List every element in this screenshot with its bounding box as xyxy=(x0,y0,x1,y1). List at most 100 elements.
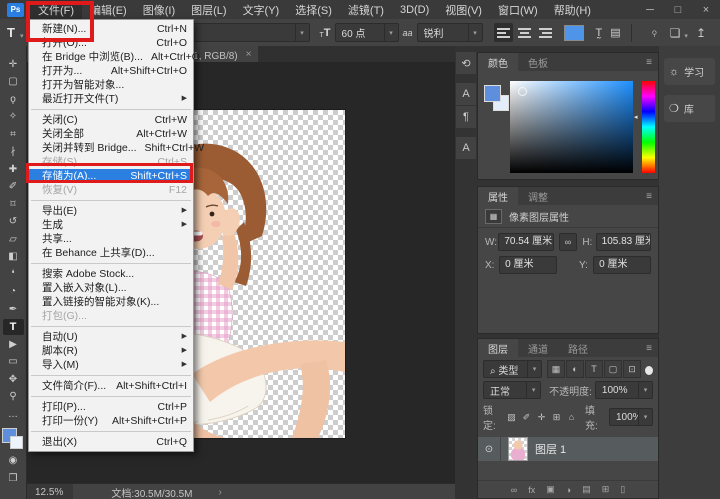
file-menu-item[interactable]: 共享... xyxy=(29,232,193,246)
menubar-item-9[interactable]: 视图(V) xyxy=(437,0,490,19)
gradient-tool[interactable]: ◧ xyxy=(3,249,24,265)
lock-image-icon[interactable]: ✐ xyxy=(520,412,533,423)
history-panel-icon[interactable]: ⟲ xyxy=(456,52,476,74)
menubar-item-3[interactable]: 图像(I) xyxy=(135,0,183,19)
file-menu-item[interactable]: 文件简介(F)...Alt+Shift+Ctrl+I xyxy=(29,379,193,393)
file-menu-item[interactable]: 打包(G)... xyxy=(29,309,193,323)
text-color-swatch[interactable] xyxy=(564,25,584,41)
x-field[interactable]: 0 厘米 xyxy=(499,256,557,274)
blend-mode-select[interactable]: 正常 ▾ xyxy=(483,381,541,399)
menubar-item-5[interactable]: 文字(Y) xyxy=(235,0,288,19)
lasso-tool[interactable]: ϙ xyxy=(3,91,24,107)
minimize-button[interactable]: ─ xyxy=(636,0,664,19)
menubar-item-4[interactable]: 图层(L) xyxy=(183,0,234,19)
file-menu-item[interactable]: 置入嵌入对象(L)... xyxy=(29,281,193,295)
glyphs-panel-icon[interactable]: A xyxy=(456,137,476,159)
background-color-swatch[interactable] xyxy=(10,436,23,449)
paragraph-panel-icon[interactable]: ¶ xyxy=(456,106,476,128)
lock-transparency-icon[interactable]: ▨ xyxy=(505,412,518,423)
height-field[interactable]: 105.83 厘米 xyxy=(596,233,651,251)
align-right-button[interactable] xyxy=(536,23,555,42)
adjustment-layer-icon[interactable]: ◑ xyxy=(566,485,571,495)
color-picker-circle[interactable] xyxy=(518,87,527,96)
crop-tool[interactable]: ⌗ xyxy=(3,126,24,142)
clone-stamp-tool[interactable]: ⌑ xyxy=(3,196,24,212)
file-menu-item[interactable]: 关闭并转到 Bridge...Shift+Ctrl+W xyxy=(29,141,193,155)
panel-menu-icon[interactable]: ≡ xyxy=(646,57,652,68)
workspace-switcher-icon[interactable]: ❏ xyxy=(670,26,681,40)
link-dimensions-icon[interactable]: ∞ xyxy=(559,233,578,251)
character-panel-icon[interactable]: A xyxy=(456,83,476,105)
add-mask-icon[interactable]: ▣ xyxy=(546,484,555,495)
file-menu-item[interactable]: 在 Bridge 中浏览(B)...Alt+Ctrl+O xyxy=(29,50,193,64)
tab-color-1[interactable]: 颜色 xyxy=(478,53,518,71)
file-menu-item[interactable]: 搜索 Adobe Stock... xyxy=(29,267,193,281)
color-field[interactable] xyxy=(510,81,633,173)
screen-mode-button[interactable]: ❐ xyxy=(3,470,24,486)
rectangle-tool[interactable]: ▭ xyxy=(3,354,24,370)
menubar-item-7[interactable]: 滤镜(T) xyxy=(340,0,392,19)
blur-tool[interactable]: ❛ xyxy=(3,266,24,282)
file-menu-item[interactable]: 关闭(C)Ctrl+W xyxy=(29,113,193,127)
font-family-select[interactable]: ▾ xyxy=(192,23,310,42)
zoom-tool[interactable]: ⚲ xyxy=(3,389,24,405)
chevron-down-icon[interactable]: ▾ xyxy=(684,32,688,40)
menubar-item-8[interactable]: 3D(D) xyxy=(392,0,437,19)
file-menu-item[interactable]: 置入链接的智能对象(K)... xyxy=(29,295,193,309)
eraser-tool[interactable]: ▱ xyxy=(3,231,24,247)
zoom-level-field[interactable]: 12.5% xyxy=(27,484,73,499)
share-icon[interactable]: ↥ xyxy=(696,26,706,40)
tab-properties-1[interactable]: 属性 xyxy=(478,187,518,205)
font-size-select[interactable]: 60 点▾ xyxy=(335,23,399,42)
file-menu-item[interactable]: 脚本(R)▶ xyxy=(29,344,193,358)
filter-type-layers-icon[interactable]: T xyxy=(585,360,603,378)
file-menu-item[interactable]: 打开为...Alt+Shift+Ctrl+O xyxy=(29,64,193,78)
new-layer-icon[interactable]: ⊞ xyxy=(602,484,610,495)
tool-preset-caret-icon[interactable]: ▾ xyxy=(20,32,24,40)
file-menu-item[interactable]: 打印(P)...Ctrl+P xyxy=(29,400,193,414)
marquee-tool[interactable]: ▢ xyxy=(3,74,24,90)
file-menu-item[interactable]: 打印一份(Y)Alt+Shift+Ctrl+P xyxy=(29,414,193,428)
width-field[interactable]: 70.54 厘米 xyxy=(498,233,553,251)
foreground-color-swatch[interactable] xyxy=(484,85,501,102)
status-chevron-icon[interactable]: › xyxy=(219,487,222,498)
file-menu-item[interactable]: 导出(E)▶ xyxy=(29,204,193,218)
hue-slider[interactable] xyxy=(642,81,655,173)
layer-styles-icon[interactable]: fx xyxy=(528,485,535,495)
file-menu-item[interactable]: 自动(U)▶ xyxy=(29,330,193,344)
brush-tool[interactable]: ✐ xyxy=(3,179,24,195)
layer-filter-select[interactable]: ⌕ 类型 ▾ xyxy=(483,360,542,378)
menubar-item-6[interactable]: 选择(S) xyxy=(287,0,340,19)
color-swatch-pair[interactable] xyxy=(484,85,510,115)
align-left-button[interactable] xyxy=(494,23,513,42)
layer-row[interactable]: ⊙ 图层 1 xyxy=(478,437,658,461)
close-button[interactable]: × xyxy=(692,0,720,19)
search-icon[interactable]: ⌕ xyxy=(647,25,662,40)
tab-layers-1[interactable]: 图层 xyxy=(478,339,518,357)
pen-tool[interactable]: ✒ xyxy=(3,301,24,317)
tab-color-2[interactable]: 色板 xyxy=(518,53,558,71)
tab-layers-3[interactable]: 路径 xyxy=(558,339,598,357)
filter-smart-objects-icon[interactable]: ⊡ xyxy=(623,360,641,378)
filter-pixel-layers-icon[interactable]: ▦ xyxy=(547,360,565,378)
file-menu-item[interactable]: 恢复(V)F12 xyxy=(29,183,193,197)
toolbox-color-swatches[interactable] xyxy=(2,428,24,450)
libraries-panel[interactable]: ❍库 xyxy=(664,95,715,122)
lock-artboard-icon[interactable]: ⊞ xyxy=(550,412,563,423)
lock-all-icon[interactable]: ⌂ xyxy=(565,412,578,423)
panel-menu-icon[interactable]: ≡ xyxy=(646,191,652,202)
file-menu-item[interactable]: 退出(X)Ctrl+Q xyxy=(29,435,193,449)
close-tab-icon[interactable]: × xyxy=(246,49,252,60)
healing-brush-tool[interactable]: ✚ xyxy=(3,161,24,177)
tab-layers-2[interactable]: 通道 xyxy=(518,339,558,357)
delete-layer-icon[interactable]: ▯ xyxy=(620,484,625,495)
lock-position-icon[interactable]: ✛ xyxy=(535,412,548,423)
warp-text-icon[interactable]: T̰ xyxy=(596,27,603,39)
file-menu-item[interactable]: 最近打开文件(T)▶ xyxy=(29,92,193,106)
opacity-select[interactable]: 100% ▾ xyxy=(595,381,653,399)
type-tool[interactable]: T xyxy=(3,319,24,335)
fill-select[interactable]: 100% ▾ xyxy=(609,408,653,426)
file-menu-item[interactable]: 打开为智能对象... xyxy=(29,78,193,92)
file-menu-item[interactable]: 导入(M)▶ xyxy=(29,358,193,372)
quick-mask-button[interactable]: ◉ xyxy=(3,453,24,469)
